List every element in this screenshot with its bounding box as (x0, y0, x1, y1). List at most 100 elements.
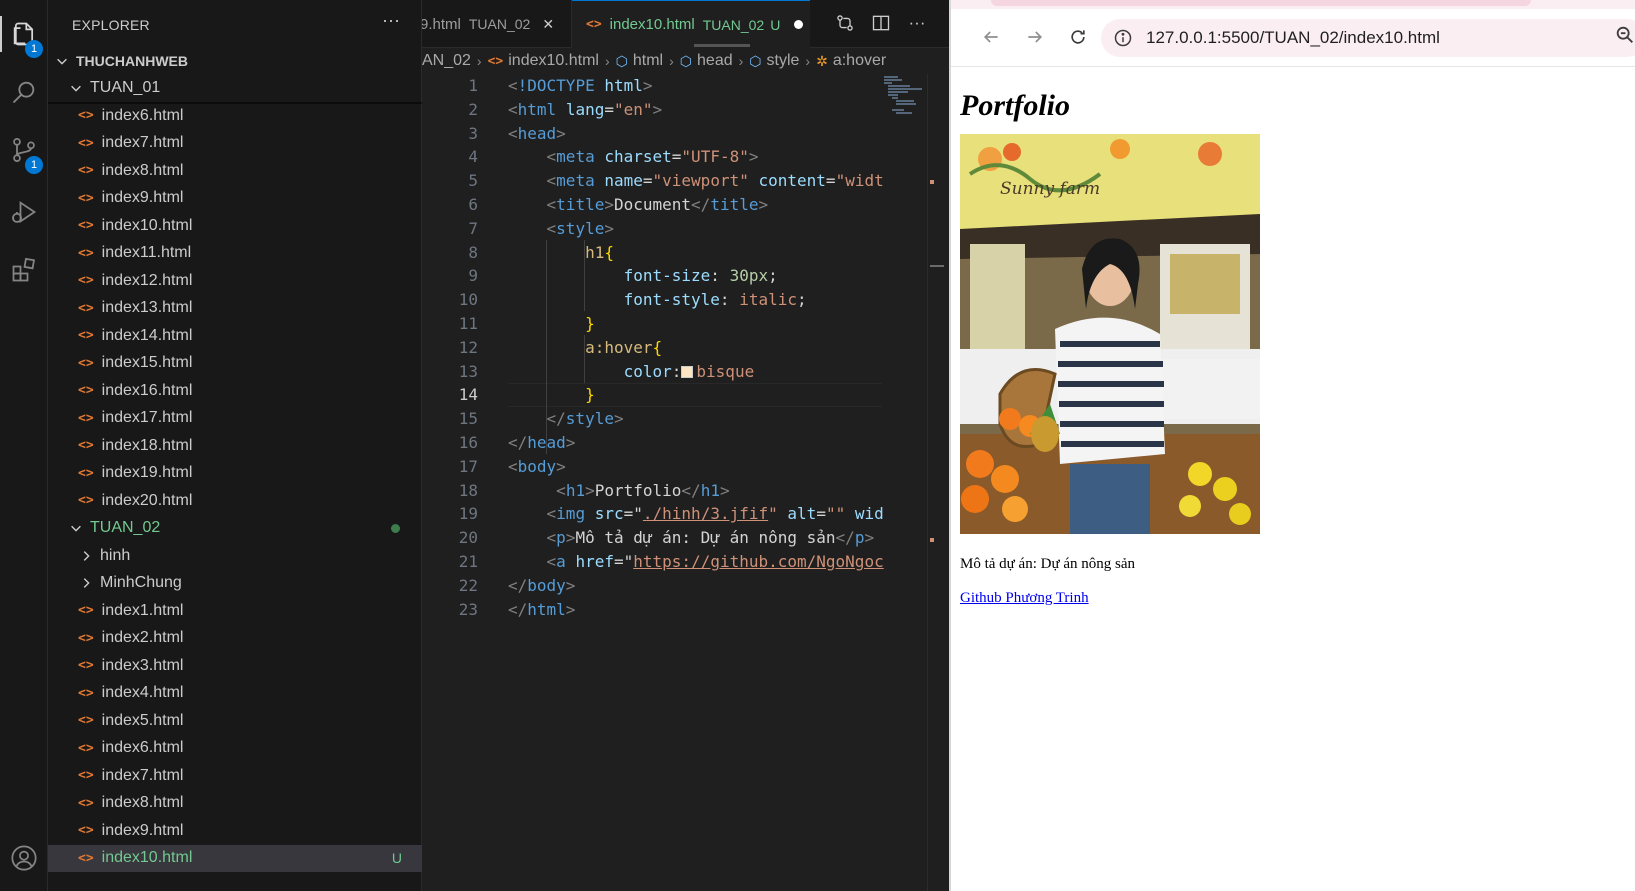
tree-file[interactable]: <> index11.html (48, 240, 422, 268)
tree-subfolder[interactable]: hinh (48, 542, 422, 570)
html-file-icon: <> (78, 795, 94, 811)
split-editor-icon[interactable] (870, 12, 892, 34)
html-file-icon: <> (487, 53, 504, 69)
html-file-icon: <> (78, 273, 94, 289)
file-label: index7.html (101, 766, 184, 784)
tree-file[interactable]: <> index6.html (48, 735, 422, 763)
tree-folder-tuan02[interactable]: TUAN_02 (48, 515, 422, 543)
tab-label: 9.html (422, 15, 461, 33)
tab-scrollbar[interactable] (694, 44, 750, 47)
more-actions-icon[interactable]: ··· (382, 10, 400, 31)
file-label: index1.html (101, 601, 184, 619)
source-control-icon[interactable]: 1 (0, 126, 48, 174)
accounts-icon[interactable] (0, 834, 48, 882)
tree-file[interactable]: <> index1.html (48, 597, 422, 625)
tree-file[interactable]: <> index7.html (48, 762, 422, 790)
tree-file[interactable]: <> index15.html (48, 350, 422, 378)
css-rule-icon: ✲ (816, 52, 828, 69)
chevron-down-icon (54, 53, 70, 69)
line-number: 18 (458, 480, 478, 500)
extensions-icon[interactable] (0, 246, 48, 294)
search-icon[interactable] (0, 68, 48, 116)
file-label: index11.html (101, 244, 192, 262)
breadcrumb-html[interactable]: html (633, 52, 663, 70)
tree-file[interactable]: <> index9.html (48, 817, 422, 845)
source-control-badge: 1 (25, 156, 43, 174)
tree-file[interactable]: <> index18.html (48, 432, 422, 460)
address-bar[interactable]: 127.0.0.1:5500/TUAN_02/index10.html (1101, 19, 1635, 57)
file-label: index9.html (101, 821, 184, 839)
tree-file[interactable]: <> index12.html (48, 267, 422, 295)
breadcrumb-file[interactable]: index10.html (508, 52, 599, 70)
file-label: index6.html (101, 106, 184, 124)
tree-file[interactable]: <> index9.html (48, 185, 422, 213)
tree-subfolder[interactable]: MinhChung (48, 570, 422, 598)
editor-actions: ··· (834, 12, 928, 34)
html-file-icon: <> (78, 823, 94, 839)
code-line: 22 </body> (422, 574, 882, 598)
tab-description: TUAN_02 (468, 16, 531, 32)
breadcrumb-selector[interactable]: a:hover (833, 52, 886, 70)
run-debug-icon[interactable] (0, 188, 48, 236)
site-info-icon[interactable] (1113, 28, 1133, 48)
html-file-icon: <> (78, 493, 94, 509)
tree-file[interactable]: <> index2.html (48, 625, 422, 653)
tree-file[interactable]: <> index8.html (48, 157, 422, 185)
folder-label: MinhChung (100, 574, 182, 592)
tree-file[interactable]: <> index10.html (48, 212, 422, 240)
minimap[interactable] (882, 74, 928, 134)
zoom-icon[interactable] (1614, 24, 1635, 46)
photo-illustration: Sunny farm (960, 134, 1260, 534)
html-file-icon: <> (78, 135, 94, 151)
file-label: index7.html (101, 134, 184, 152)
more-actions-icon[interactable]: ··· (906, 12, 928, 34)
color-swatch-icon[interactable] (681, 365, 694, 378)
tree-file[interactable]: <> index19.html (48, 460, 422, 488)
explorer-icon[interactable]: 1 (0, 10, 48, 58)
html-file-icon: <> (78, 685, 94, 701)
breadcrumb-folder[interactable]: AN_02 (422, 52, 471, 70)
code-line: 8 h1{ (422, 241, 882, 265)
open-changes-icon[interactable] (834, 12, 856, 34)
url-text[interactable]: 127.0.0.1:5500/TUAN_02/index10.html (1146, 28, 1440, 48)
html-file-icon: <> (78, 740, 94, 756)
unsaved-dot-icon[interactable] (794, 20, 804, 29)
tree-file-selected[interactable]: <> index10.html U (48, 844, 422, 872)
tree-file[interactable]: <> index16.html (48, 377, 422, 405)
git-modified-dot (391, 523, 400, 533)
portfolio-photo: Sunny farm (960, 134, 1260, 534)
tree-file[interactable]: <> index6.html (48, 102, 422, 130)
close-icon[interactable]: ✕ (542, 16, 554, 33)
tree-folder-tuan01[interactable]: TUAN_01 (48, 75, 422, 103)
tab-index10[interactable]: <> index10.html TUAN_02 U (572, 0, 810, 48)
line-number: 22 (458, 575, 478, 595)
forward-arrow-icon[interactable] (1021, 23, 1049, 51)
code-line: 10 font-style: italic; (422, 288, 882, 312)
tree-file[interactable]: <> index8.html (48, 790, 422, 818)
file-label: index4.html (101, 684, 184, 702)
editor-scrollbar[interactable] (927, 74, 928, 891)
github-link[interactable]: Github Phương Trinh (960, 589, 1089, 607)
html-file-icon: <> (78, 603, 94, 619)
tree-file[interactable]: <> index3.html (48, 652, 422, 680)
tree-file[interactable]: <> index20.html (48, 487, 422, 515)
file-label: index6.html (101, 739, 184, 757)
code-line: 12 a:hover{ (422, 336, 882, 360)
code-line: 1 <!DOCTYPE html> (422, 74, 882, 98)
breadcrumb-style[interactable]: style (767, 52, 800, 70)
line-number: 19 (458, 504, 478, 524)
scrollbar-thumb[interactable] (930, 265, 944, 267)
reload-icon[interactable] (1064, 23, 1092, 51)
code-area[interactable]: 1 <!DOCTYPE html> 2 <html lang="en"> 3 <hea… (422, 74, 884, 621)
tree-file[interactable]: <> index17.html (48, 405, 422, 433)
tree-file[interactable]: <> index5.html (48, 707, 422, 735)
back-arrow-icon[interactable] (977, 23, 1005, 51)
file-label: index3.html (101, 656, 184, 674)
tab-index9[interactable]: 9.html TUAN_02 ✕ (422, 0, 572, 48)
tree-root-folder[interactable]: THUCHANHWEB (48, 47, 422, 75)
tree-file[interactable]: <> index14.html (48, 322, 422, 350)
breadcrumb-head[interactable]: head (697, 52, 733, 70)
tree-file[interactable]: <> index13.html (48, 295, 422, 323)
tree-file[interactable]: <> index7.html (48, 130, 422, 158)
tree-file[interactable]: <> index4.html (48, 680, 422, 708)
